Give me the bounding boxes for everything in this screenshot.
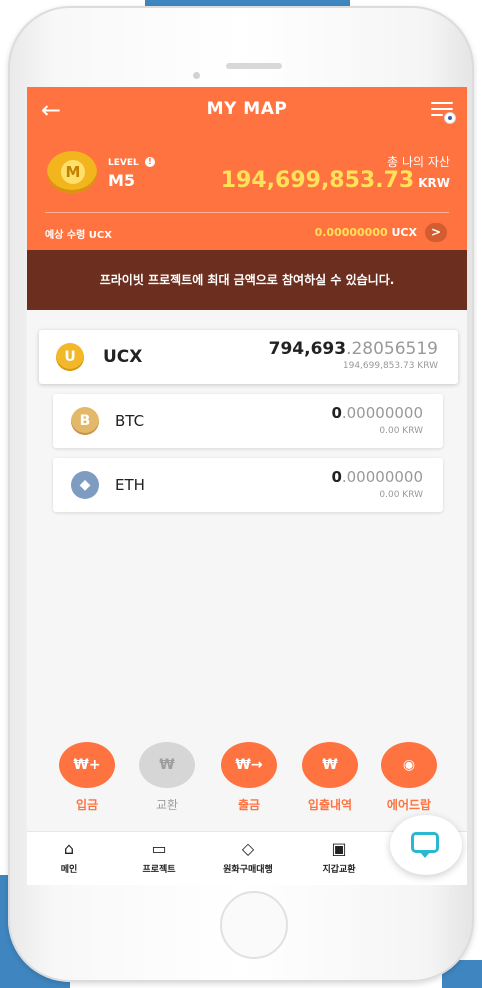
deposit-won-icon: ₩+ [59,742,115,788]
asset-card-btc[interactable]: B BTC 0.00000000 0.00 KRW [53,394,443,448]
chat-button[interactable] [390,815,462,875]
wallet-icon: ▣ [331,839,347,858]
nav-item-project[interactable]: ▭ 프로젝트 [119,838,199,875]
nav-item-krw-purchase[interactable]: ◇ 원화구매대행 [208,838,288,875]
asset-krw-value: 0.00 KRW [379,426,423,436]
action-label: 에어드랍 [386,798,432,812]
nav-label: 메인 [60,865,78,875]
exchange-won-icon: ₩ [139,742,195,788]
asset-amount: 0.00000000 [331,404,423,422]
action-label: 입금 [75,798,99,812]
level-label: LEVEL [108,158,139,168]
notice-banner: 프라이빗 프로젝트에 최대 금액으로 참여하실 수 있습니다. [27,250,467,310]
action-airdrop[interactable]: ◉ 에어드랍 [379,742,439,813]
app-screen: ← MY MAP M LEVEL ! M5 총 나의 자산 194,699,85… [27,87,467,885]
total-assets-value: 194,699,853.73 KRW [220,168,450,193]
asset-symbol: ETH [115,476,145,494]
asset-card-ucx[interactable]: U UCX 794,693.28056519 194,699,853.73 KR… [39,330,458,384]
asset-symbol: UCX [103,347,143,367]
asset-card-eth[interactable]: ◆ ETH 0.00000000 0.00 KRW [53,458,443,512]
asset-krw-value: 194,699,853.73 KRW [342,361,438,371]
btc-coin-icon: B [71,407,99,435]
info-icon[interactable]: ! [145,157,155,167]
asset-amount: 794,693.28056519 [268,339,438,359]
nav-item-main[interactable]: ⌂ 메인 [29,838,109,875]
menu-language-icon[interactable] [429,99,457,125]
action-withdraw[interactable]: ₩→ 출금 [219,742,279,813]
phone-camera [193,72,200,79]
asset-amount: 0.00000000 [331,468,423,486]
action-bar: ₩+ 입금 ₩ 교환 ₩→ 출금 ₩ 입출내역 ◉ 에어드랍 [27,742,467,818]
nav-label: 원화구매대행 [223,865,273,875]
home-icon: ⌂ [63,839,75,858]
nav-label: 프로젝트 [142,865,176,875]
folder-icon: ▭ [151,839,167,858]
action-history[interactable]: ₩ 입출내역 [300,742,360,813]
airdrop-icon: ◉ [381,742,437,788]
level-value: M5 [108,171,136,190]
nav-item-wallet-exchange[interactable]: ▣ 지갑교환 [299,838,379,875]
action-label: 입출내역 [307,798,353,812]
expected-ucx-value: 0.00000000 UCX [314,226,417,239]
asset-symbol: BTC [115,412,145,430]
expected-ucx-label: 예상 수령 UCX [45,230,112,241]
chat-bubble-icon [411,832,439,858]
phone-home-button[interactable] [220,891,288,959]
action-label: 출금 [237,798,261,812]
withdraw-won-icon: ₩→ [221,742,277,788]
nav-label: 지갑교환 [322,865,356,875]
level-coin-icon: M [47,151,99,195]
action-exchange[interactable]: ₩ 교환 [137,742,197,813]
eth-coin-icon: ◆ [71,471,99,499]
page-title: MY MAP [206,99,288,119]
action-label: 교환 [155,798,179,812]
tag-icon: ◇ [241,839,255,858]
action-deposit[interactable]: ₩+ 입금 [57,742,117,813]
asset-krw-value: 0.00 KRW [379,490,423,500]
chevron-right-icon[interactable]: > [425,223,447,242]
header-divider [45,212,449,213]
history-won-icon: ₩ [302,742,358,788]
ucx-coin-icon: U [56,343,84,371]
phone-speaker [226,63,282,69]
